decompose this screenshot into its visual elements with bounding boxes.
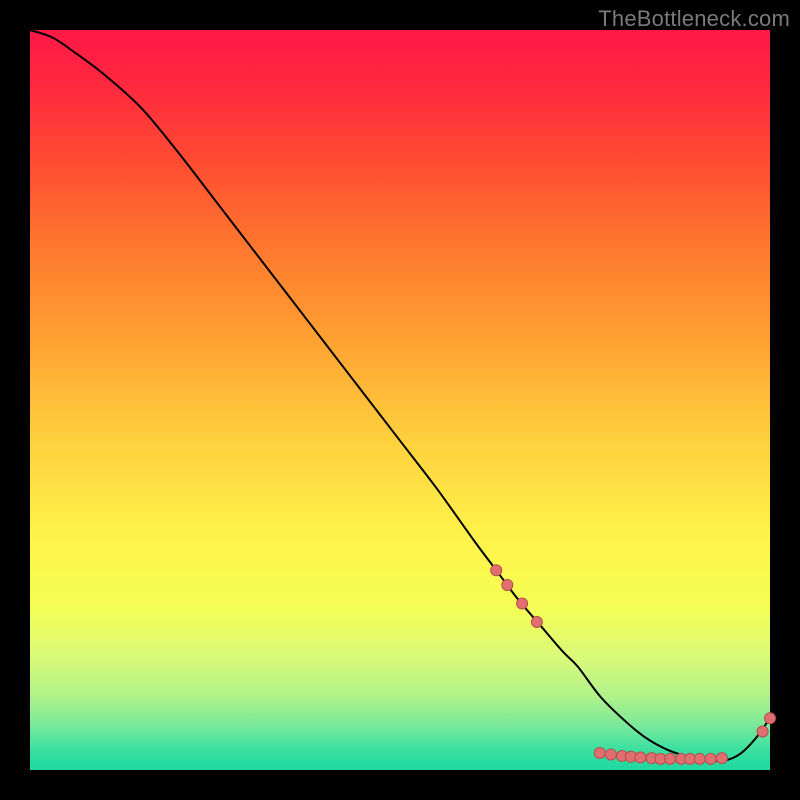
marker-cluster-right [757, 726, 768, 737]
marker-cluster-floor [594, 747, 605, 758]
marker-cluster-floor [665, 753, 676, 764]
marker-cluster-left [491, 565, 502, 576]
marker-cluster-floor [705, 753, 716, 764]
gradient-background [30, 30, 770, 770]
marker-cluster-floor [635, 752, 646, 763]
marker-cluster-floor [694, 753, 705, 764]
plot-svg [0, 0, 800, 800]
marker-cluster-left [502, 580, 513, 591]
marker-cluster-left [517, 598, 528, 609]
marker-cluster-floor [605, 749, 616, 760]
marker-cluster-right [765, 713, 776, 724]
marker-cluster-left [531, 617, 542, 628]
watermark-text: TheBottleneck.com [598, 6, 790, 32]
chart-stage: { "watermark": "TheBottleneck.com", "plo… [0, 0, 800, 800]
marker-cluster-floor [716, 753, 727, 764]
